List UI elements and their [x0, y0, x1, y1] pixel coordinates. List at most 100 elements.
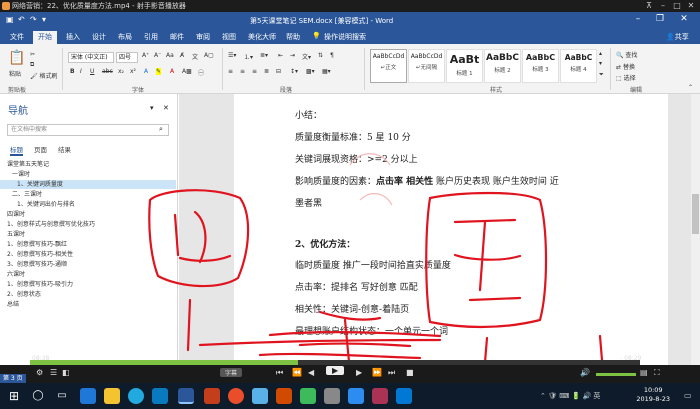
app-icon[interactable] [396, 388, 412, 404]
find-button[interactable]: 🔍 查找 [616, 50, 637, 59]
nav-heading-item[interactable]: 六课时 [0, 270, 176, 279]
show-marks-icon[interactable]: ¶ [330, 52, 334, 59]
paste-button[interactable]: 粘贴 [9, 69, 21, 78]
nav-tab-headings[interactable]: 标题 [10, 144, 23, 156]
font-size-select[interactable]: 四号 [116, 52, 138, 63]
multilevel-list-icon[interactable]: ≣▾ [260, 52, 268, 59]
replace-button[interactable]: ⇄ 替换 [616, 62, 635, 71]
word-restore-icon[interactable]: ❐ [652, 14, 668, 24]
bold-icon[interactable]: B [70, 68, 75, 75]
line-spacing-icon[interactable]: ↕▾ [290, 68, 298, 75]
nav-heading-item[interactable]: 四课时 [0, 210, 176, 219]
paragraph-shading-icon[interactable]: ▩▾ [306, 68, 315, 75]
nav-tab-results[interactable]: 结果 [58, 144, 71, 154]
text-effects-icon[interactable]: A [144, 68, 148, 75]
start-icon[interactable]: ⊞ [6, 388, 22, 404]
style-heading-3[interactable]: AaBbC 标题 3 [522, 49, 559, 83]
nav-heading-item[interactable]: 一课时 [0, 170, 176, 179]
tell-me-search[interactable]: 操作说明搜索 [324, 32, 366, 42]
nav-close-icon[interactable]: ✕ [163, 104, 169, 112]
word-minimize-icon[interactable]: – [630, 14, 646, 24]
play-button[interactable]: ▶ [326, 366, 345, 375]
nav-heading-item[interactable]: 1、创意样式与创意撰写优化技巧 [0, 220, 176, 229]
italic-icon[interactable]: I [80, 68, 82, 75]
nav-heading-item[interactable]: 2、创意状态 [0, 290, 176, 299]
nav-tab-pages[interactable]: 页面 [34, 144, 47, 154]
close-icon[interactable]: ✕ [684, 0, 698, 12]
stop-icon[interactable]: ■ [406, 368, 414, 377]
align-left-icon[interactable]: ≡ [228, 68, 233, 75]
select-button[interactable]: ⬚ 选择 [616, 73, 636, 82]
tab-mailings[interactable]: 邮件 [170, 32, 184, 42]
task-view-icon[interactable]: ▭ [54, 388, 70, 404]
justify-icon[interactable]: ≣ [264, 68, 269, 75]
chrome-icon[interactable] [228, 388, 244, 404]
align-center-icon[interactable]: ≡ [240, 68, 245, 75]
collapse-ribbon-icon[interactable]: ⌃ [688, 84, 693, 91]
document-page[interactable]: 小结： 质量度衡量标准：5 星 10 分 关键词展现资格：>=2 分以上 影响质… [234, 94, 668, 374]
align-right-icon[interactable]: ≡ [252, 68, 257, 75]
player-app-icon[interactable] [276, 388, 292, 404]
wechat-icon[interactable] [300, 388, 316, 404]
app-icon[interactable] [324, 388, 340, 404]
pin-icon[interactable]: ⊼ [642, 0, 656, 12]
tab-references[interactable]: 引用 [144, 32, 158, 42]
prev-icon[interactable]: ⏮ [276, 368, 283, 378]
nav-heading-item[interactable]: 五课时 [0, 230, 176, 239]
shading-icon[interactable]: A▩ [182, 68, 192, 75]
highlight-icon[interactable]: ✎ [156, 68, 162, 75]
char-border-icon[interactable]: A▢ [204, 52, 214, 59]
styles-scroll-down-icon[interactable]: ▾ [599, 60, 602, 67]
playlist-icon[interactable]: ☰ [50, 368, 57, 377]
chinese-layout-icon[interactable]: 文▾ [302, 52, 311, 61]
nav-heading-item[interactable]: 总结 [0, 300, 176, 309]
screenshot-icon[interactable]: ◧ [62, 368, 70, 377]
step-back-icon[interactable]: ◀ [308, 368, 314, 377]
tab-help[interactable]: 帮助 [286, 32, 300, 42]
powerpoint-icon[interactable] [204, 388, 220, 404]
volume-icon[interactable]: 🔊 [580, 368, 590, 377]
borders-icon[interactable]: ▦▾ [322, 68, 331, 75]
tab-design[interactable]: 设计 [92, 32, 106, 42]
nav-options-icon[interactable]: ▾ [150, 104, 154, 112]
styles-more-icon[interactable]: ⏷ [599, 71, 604, 79]
style-heading-2[interactable]: AaBbC 标题 2 [484, 49, 521, 83]
save-icon[interactable]: ▣ [6, 15, 14, 24]
ie-icon[interactable] [128, 388, 144, 404]
share-button[interactable]: 👤共享 [666, 32, 689, 42]
vertical-scrollbar[interactable] [691, 94, 700, 374]
next-icon[interactable]: ⏭ [388, 368, 395, 378]
settings-icon[interactable]: ⚙ [36, 368, 43, 377]
nav-search-input[interactable]: 在文档中搜索 [7, 124, 169, 136]
nav-heading-item[interactable]: 课堂第五天笔记 [0, 160, 176, 169]
tab-review[interactable]: 审阅 [196, 32, 210, 42]
tab-beautify-master[interactable]: 美化大师 [248, 32, 276, 42]
fast-forward-icon[interactable]: ⏩ [372, 368, 382, 377]
distribute-icon[interactable]: ⊟ [276, 68, 281, 75]
redo-icon[interactable]: ↷ [30, 15, 37, 24]
tab-home[interactable]: 开始 [33, 31, 57, 44]
clock[interactable]: 10:09 2019-8-23 [636, 386, 670, 404]
format-painter-button[interactable]: 🖌 格式刷 [30, 71, 58, 80]
nav-heading-item[interactable]: 二、三课时 [0, 190, 176, 199]
nav-search-icon[interactable]: ⌕ [159, 125, 163, 134]
nav-heading-item[interactable]: 3、创意撰写技巧-通顺 [0, 260, 176, 269]
tab-insert[interactable]: 插入 [66, 32, 80, 42]
decrease-indent-icon[interactable]: ⇤ [278, 52, 283, 59]
app-icon[interactable] [372, 388, 388, 404]
search-icon[interactable]: ◯ [30, 388, 46, 404]
tab-file[interactable]: 文件 [10, 32, 24, 42]
word-close-icon[interactable]: ✕ [676, 14, 692, 24]
clear-format-icon[interactable]: A̸ [180, 52, 184, 59]
underline-icon[interactable]: U [90, 68, 94, 75]
undo-icon[interactable]: ↶ [18, 15, 25, 24]
font-color-icon[interactable]: A [170, 68, 174, 75]
styles-scroll-up-icon[interactable]: ▴ [599, 50, 602, 57]
nav-heading-item[interactable]: 1、创意撰写技巧-飘红 [0, 240, 176, 249]
maximize-icon[interactable]: □ [670, 0, 684, 12]
nav-heading-item[interactable]: 2、创意撰写技巧-相关性 [0, 250, 176, 259]
eq-icon[interactable]: ▤ [640, 368, 648, 377]
numbering-icon[interactable]: ⒈▾ [244, 52, 253, 61]
cut-icon[interactable]: ✂ [30, 51, 35, 58]
step-forward-icon[interactable]: ▶ [356, 368, 362, 377]
